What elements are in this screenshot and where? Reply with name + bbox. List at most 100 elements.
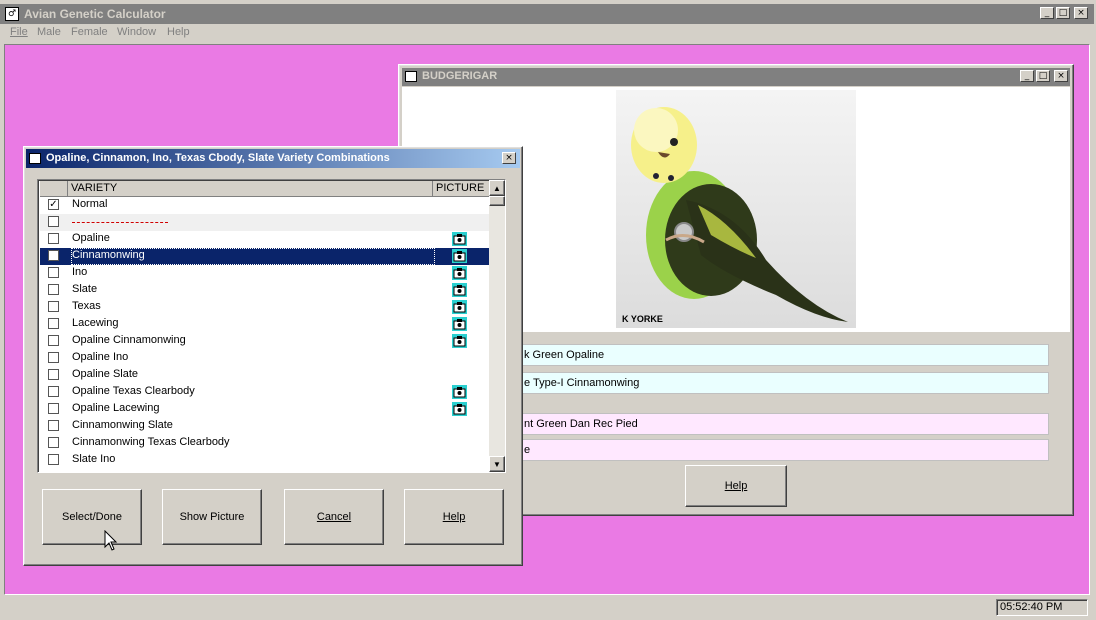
- checkbox[interactable]: [48, 216, 59, 227]
- camera-icon[interactable]: [452, 266, 467, 280]
- dialog-icon: [29, 153, 41, 164]
- camera-icon[interactable]: [452, 317, 467, 331]
- variety-label: Texas: [72, 300, 101, 312]
- variety-list[interactable]: VARIETY PICTURE ✓ Normal Opaline Cinnamo…: [37, 179, 506, 473]
- checkbox[interactable]: [48, 369, 59, 380]
- list-item[interactable]: ✓ Normal: [40, 197, 489, 214]
- camera-icon[interactable]: [452, 385, 467, 399]
- header-checkbox: [40, 181, 68, 197]
- budgerigar-illustration: [631, 107, 848, 322]
- list-item[interactable]: Texas: [40, 299, 489, 316]
- select-done-button[interactable]: Select/Done: [42, 489, 142, 545]
- list-item[interactable]: Lacewing: [40, 316, 489, 333]
- list-item[interactable]: Opaline Texas Clearbody: [40, 384, 489, 401]
- menu-male[interactable]: Male: [37, 26, 61, 38]
- variety-label: Normal: [72, 198, 108, 210]
- checkbox[interactable]: [48, 403, 59, 414]
- list-item-selected[interactable]: Cinnamonwing: [40, 248, 489, 265]
- header-picture[interactable]: PICTURE: [433, 181, 489, 197]
- checkbox[interactable]: [48, 284, 59, 295]
- minimize-icon[interactable]: _: [1040, 7, 1054, 19]
- menu-female[interactable]: Female: [71, 26, 108, 38]
- variety-label: Opaline Texas Clearbody: [72, 385, 195, 397]
- variety-label: Slate Ino: [72, 453, 116, 465]
- checkbox[interactable]: [48, 318, 59, 329]
- scroll-thumb[interactable]: [489, 196, 505, 206]
- male-variety-field: k Green Opaline: [519, 344, 1049, 366]
- separator-line: [72, 222, 168, 223]
- variety-label: Opaline Slate: [72, 368, 139, 380]
- checkbox[interactable]: [48, 233, 59, 244]
- maximize-icon[interactable]: □: [1056, 7, 1070, 19]
- list-separator: [40, 214, 489, 231]
- maximize-icon[interactable]: □: [1036, 70, 1050, 82]
- status-bar: 05:52:40 PM: [0, 596, 1096, 620]
- variety-label: Opaline Cinnamonwing: [72, 334, 186, 346]
- status-clock: 05:52:40 PM: [996, 599, 1088, 616]
- camera-icon[interactable]: [452, 283, 467, 297]
- dialog-titlebar: Opaline, Cinnamon, Ino, Texas Cbody, Sla…: [26, 149, 520, 168]
- list-item[interactable]: Opaline Cinnamonwing: [40, 333, 489, 350]
- budgerigar-title: BUDGERIGAR: [422, 70, 498, 82]
- checkbox[interactable]: [48, 250, 59, 261]
- variety-label: Opaline Lacewing: [72, 402, 160, 414]
- list-item[interactable]: Slate Ino: [40, 452, 489, 469]
- variety-label: Cinnamonwing Slate: [72, 419, 173, 431]
- checkbox[interactable]: [48, 437, 59, 448]
- budgerigar-help-button[interactable]: Help: [685, 465, 787, 507]
- checkbox[interactable]: ✓: [48, 199, 59, 210]
- female-split-field: e: [519, 439, 1049, 461]
- camera-icon[interactable]: [452, 334, 467, 348]
- budgerigar-titlebar: BUDGERIGAR _ □ ×: [402, 68, 1070, 86]
- window-icon: [405, 71, 417, 82]
- camera-icon[interactable]: [452, 232, 467, 246]
- variety-label: Lacewing: [72, 317, 119, 329]
- variety-dialog: Opaline, Cinnamon, Ino, Texas Cbody, Sla…: [23, 146, 523, 566]
- show-picture-button[interactable]: Show Picture: [162, 489, 262, 545]
- female-variety-field: nt Green Dan Rec Pied: [519, 413, 1049, 435]
- checkbox[interactable]: [48, 301, 59, 312]
- checkbox[interactable]: [48, 420, 59, 431]
- camera-icon[interactable]: [452, 300, 467, 314]
- variety-label: Slate: [72, 283, 98, 295]
- checkbox[interactable]: [48, 386, 59, 397]
- checkbox[interactable]: [48, 267, 59, 278]
- checkbox[interactable]: [48, 335, 59, 346]
- list-item[interactable]: Ino: [40, 265, 489, 282]
- checkbox[interactable]: [48, 454, 59, 465]
- variety-label: Ino: [72, 266, 88, 278]
- scroll-up-button[interactable]: ▲: [489, 180, 505, 196]
- male-split-field: e Type-I Cinnamonwing: [519, 372, 1049, 394]
- list-item[interactable]: Opaline Ino: [40, 350, 489, 367]
- list-item[interactable]: Opaline: [40, 231, 489, 248]
- header-variety[interactable]: VARIETY: [68, 181, 433, 197]
- mouse-cursor-icon: [104, 530, 118, 551]
- camera-icon[interactable]: [452, 402, 467, 416]
- app-titlebar: ♂ Avian Genetic Calculator _ □ ×: [0, 4, 1094, 24]
- close-icon[interactable]: ×: [1074, 7, 1088, 19]
- budgerigar-photo: K YORKE: [616, 90, 856, 328]
- variety-label: Opaline Ino: [72, 351, 129, 363]
- list-item[interactable]: Cinnamonwing Texas Clearbody: [40, 435, 489, 452]
- list-item[interactable]: Opaline Lacewing: [40, 401, 489, 418]
- menu-window[interactable]: Window: [117, 26, 156, 38]
- camera-icon[interactable]: [452, 249, 467, 263]
- variety-label: Opaline: [72, 232, 110, 244]
- menu-help[interactable]: Help: [167, 26, 190, 38]
- focus-rect: [71, 248, 435, 265]
- vertical-scrollbar[interactable]: ▲ ▼: [489, 180, 505, 472]
- list-item[interactable]: Cinnamonwing Slate: [40, 418, 489, 435]
- photo-caption: K YORKE: [622, 314, 663, 324]
- menu-file[interactable]: File: [10, 26, 28, 38]
- list-item[interactable]: Slate: [40, 282, 489, 299]
- close-icon[interactable]: ×: [502, 152, 516, 164]
- dialog-help-button[interactable]: Help: [404, 489, 504, 545]
- close-icon[interactable]: ×: [1054, 70, 1068, 82]
- minimize-icon[interactable]: _: [1020, 70, 1034, 82]
- cancel-button[interactable]: Cancel: [284, 489, 384, 545]
- scroll-down-button[interactable]: ▼: [489, 456, 505, 472]
- list-item[interactable]: Opaline Slate: [40, 367, 489, 384]
- app-icon: ♂: [5, 7, 19, 21]
- checkbox[interactable]: [48, 352, 59, 363]
- dialog-title: Opaline, Cinnamon, Ino, Texas Cbody, Sla…: [46, 152, 390, 164]
